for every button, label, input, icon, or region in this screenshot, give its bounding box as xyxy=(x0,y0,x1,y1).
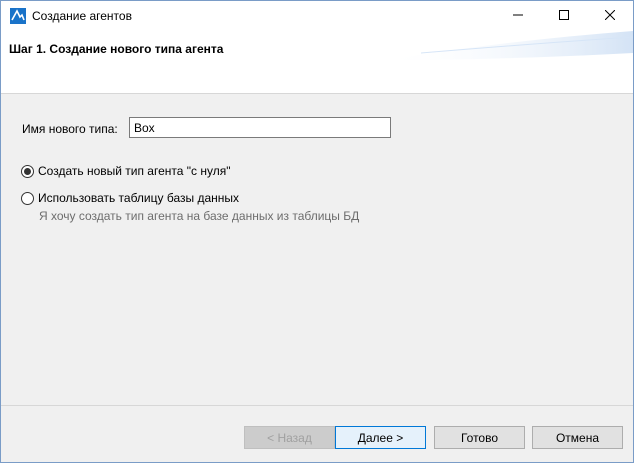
anylogic-logo-icon xyxy=(10,8,26,24)
title-bar[interactable]: Создание агентов xyxy=(1,1,633,31)
wizard-window: Создание агентов Шаг 1. Создание нового … xyxy=(0,0,634,463)
step-title: Шаг 1. Создание нового типа агента xyxy=(9,42,224,56)
radio-label-scratch: Создать новый тип агента "с нуля" xyxy=(38,164,231,178)
finish-button[interactable]: Готово xyxy=(434,426,525,449)
radio-use-database-table[interactable]: Использовать таблицу базы данных xyxy=(21,191,239,205)
wizard-header: Шаг 1. Создание нового типа агента xyxy=(1,31,633,94)
cancel-button[interactable]: Отмена xyxy=(532,426,623,449)
maximize-button[interactable] xyxy=(541,1,587,31)
radio-create-from-scratch[interactable]: Создать новый тип агента "с нуля" xyxy=(21,164,230,178)
radio-unselected-indicator[interactable] xyxy=(21,191,34,205)
window-title: Создание агентов xyxy=(32,9,132,23)
maximize-icon xyxy=(559,9,569,23)
back-button[interactable]: < Назад xyxy=(244,426,335,449)
wizard-footer: < Назад Далее > Готово Отмена xyxy=(1,405,633,462)
close-icon xyxy=(604,9,616,23)
close-button[interactable] xyxy=(587,1,633,31)
type-name-input[interactable] xyxy=(129,117,391,138)
minimize-button[interactable] xyxy=(495,1,541,31)
database-hint-text: Я хочу создать тип агента на базе данных… xyxy=(39,209,360,223)
radio-selected-indicator[interactable] xyxy=(21,164,34,178)
minimize-icon xyxy=(513,9,523,23)
wizard-content: Имя нового типа: Создать новый тип агент… xyxy=(1,95,633,405)
radio-label-database: Использовать таблицу базы данных xyxy=(38,191,239,205)
name-label: Имя нового типа: xyxy=(22,122,118,136)
header-decoration xyxy=(381,31,633,61)
next-button[interactable]: Далее > xyxy=(335,426,426,449)
